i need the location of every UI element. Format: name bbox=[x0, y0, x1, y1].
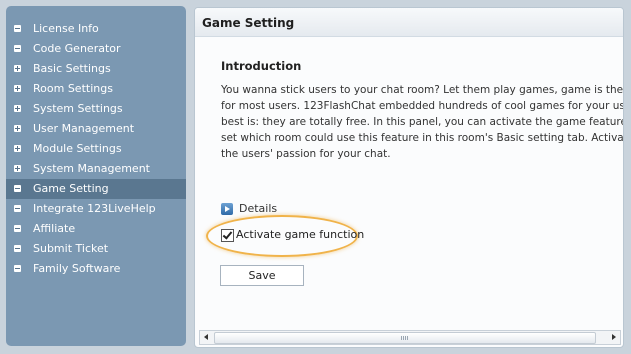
minus-icon[interactable] bbox=[14, 45, 21, 52]
plus-icon[interactable] bbox=[14, 125, 21, 132]
page-title: Game Setting bbox=[202, 16, 295, 30]
scroll-right-icon[interactable] bbox=[607, 331, 620, 344]
sidebar-item-label: License Info bbox=[33, 22, 99, 35]
minus-icon[interactable] bbox=[14, 265, 21, 272]
minus-icon[interactable] bbox=[14, 225, 21, 232]
sidebar-item-integrate-livehelp[interactable]: Integrate 123LiveHelp bbox=[6, 199, 186, 219]
activate-game-checkbox[interactable] bbox=[221, 229, 234, 242]
plus-icon[interactable] bbox=[14, 85, 21, 92]
save-button[interactable]: Save bbox=[220, 265, 304, 286]
intro-line: You wanna stick users to your chat room?… bbox=[221, 84, 624, 96]
sidebar-item-label: Module Settings bbox=[33, 142, 122, 155]
plus-icon[interactable] bbox=[14, 145, 21, 152]
minus-icon[interactable] bbox=[14, 245, 21, 252]
sidebar-item-system-management[interactable]: System Management bbox=[6, 159, 186, 179]
sidebar-nav: License Info Code Generator Basic Settin… bbox=[6, 6, 186, 346]
grip-icon bbox=[401, 336, 409, 340]
sidebar-item-user-management[interactable]: User Management bbox=[6, 119, 186, 139]
sidebar-item-code-generator[interactable]: Code Generator bbox=[6, 39, 186, 59]
details-label[interactable]: Details bbox=[239, 202, 277, 215]
sidebar-item-label: Room Settings bbox=[33, 82, 113, 95]
game-setting-panel: Game Setting Introduction You wanna stic… bbox=[194, 7, 624, 348]
expand-arrow-icon[interactable] bbox=[221, 203, 233, 215]
horizontal-scrollbar[interactable] bbox=[199, 330, 621, 345]
sidebar-item-label: Game Setting bbox=[33, 182, 109, 195]
sidebar-item-label: Family Software bbox=[33, 262, 121, 275]
sidebar-item-label: Submit Ticket bbox=[33, 242, 109, 255]
scrollbar-thumb[interactable] bbox=[214, 332, 596, 344]
sidebar-item-label: Basic Settings bbox=[33, 62, 111, 75]
intro-line: the users' passion for your chat. bbox=[221, 148, 391, 160]
sidebar-item-label: System Settings bbox=[33, 102, 123, 115]
sidebar-item-license-info[interactable]: License Info bbox=[6, 19, 186, 39]
sidebar-item-module-settings[interactable]: Module Settings bbox=[6, 139, 186, 159]
plus-icon[interactable] bbox=[14, 65, 21, 72]
intro-line: for most users. 123FlashChat embedded hu… bbox=[221, 100, 624, 112]
sidebar-item-room-settings[interactable]: Room Settings bbox=[6, 79, 186, 99]
sidebar-item-family-software[interactable]: Family Software bbox=[6, 259, 186, 279]
sidebar-item-label: Integrate 123LiveHelp bbox=[33, 202, 156, 215]
intro-line: set which room could use this feature in… bbox=[221, 132, 624, 144]
sidebar-item-system-settings[interactable]: System Settings bbox=[6, 99, 186, 119]
sidebar-item-label: System Management bbox=[33, 162, 150, 175]
sidebar-item-submit-ticket[interactable]: Submit Ticket bbox=[6, 239, 186, 259]
minus-icon[interactable] bbox=[14, 205, 21, 212]
scroll-left-icon[interactable] bbox=[200, 331, 213, 344]
minus-icon[interactable] bbox=[14, 185, 21, 192]
plus-icon[interactable] bbox=[14, 165, 21, 172]
intro-text: You wanna stick users to your chat room?… bbox=[221, 82, 624, 162]
sidebar-item-basic-settings[interactable]: Basic Settings bbox=[6, 59, 186, 79]
sidebar-item-label: User Management bbox=[33, 122, 135, 135]
plus-icon[interactable] bbox=[14, 105, 21, 112]
sidebar-item-label: Code Generator bbox=[33, 42, 121, 55]
intro-line: best is: they are totally free. In this … bbox=[221, 116, 624, 128]
sidebar-item-label: Affiliate bbox=[33, 222, 76, 235]
sidebar-item-game-setting[interactable]: Game Setting bbox=[6, 179, 186, 199]
sidebar-item-affiliate[interactable]: Affiliate bbox=[6, 219, 186, 239]
minus-icon[interactable] bbox=[14, 25, 21, 32]
panel-header: Game Setting bbox=[195, 8, 623, 37]
section-title: Introduction bbox=[221, 59, 302, 73]
activate-game-label[interactable]: Activate game function bbox=[236, 228, 364, 241]
